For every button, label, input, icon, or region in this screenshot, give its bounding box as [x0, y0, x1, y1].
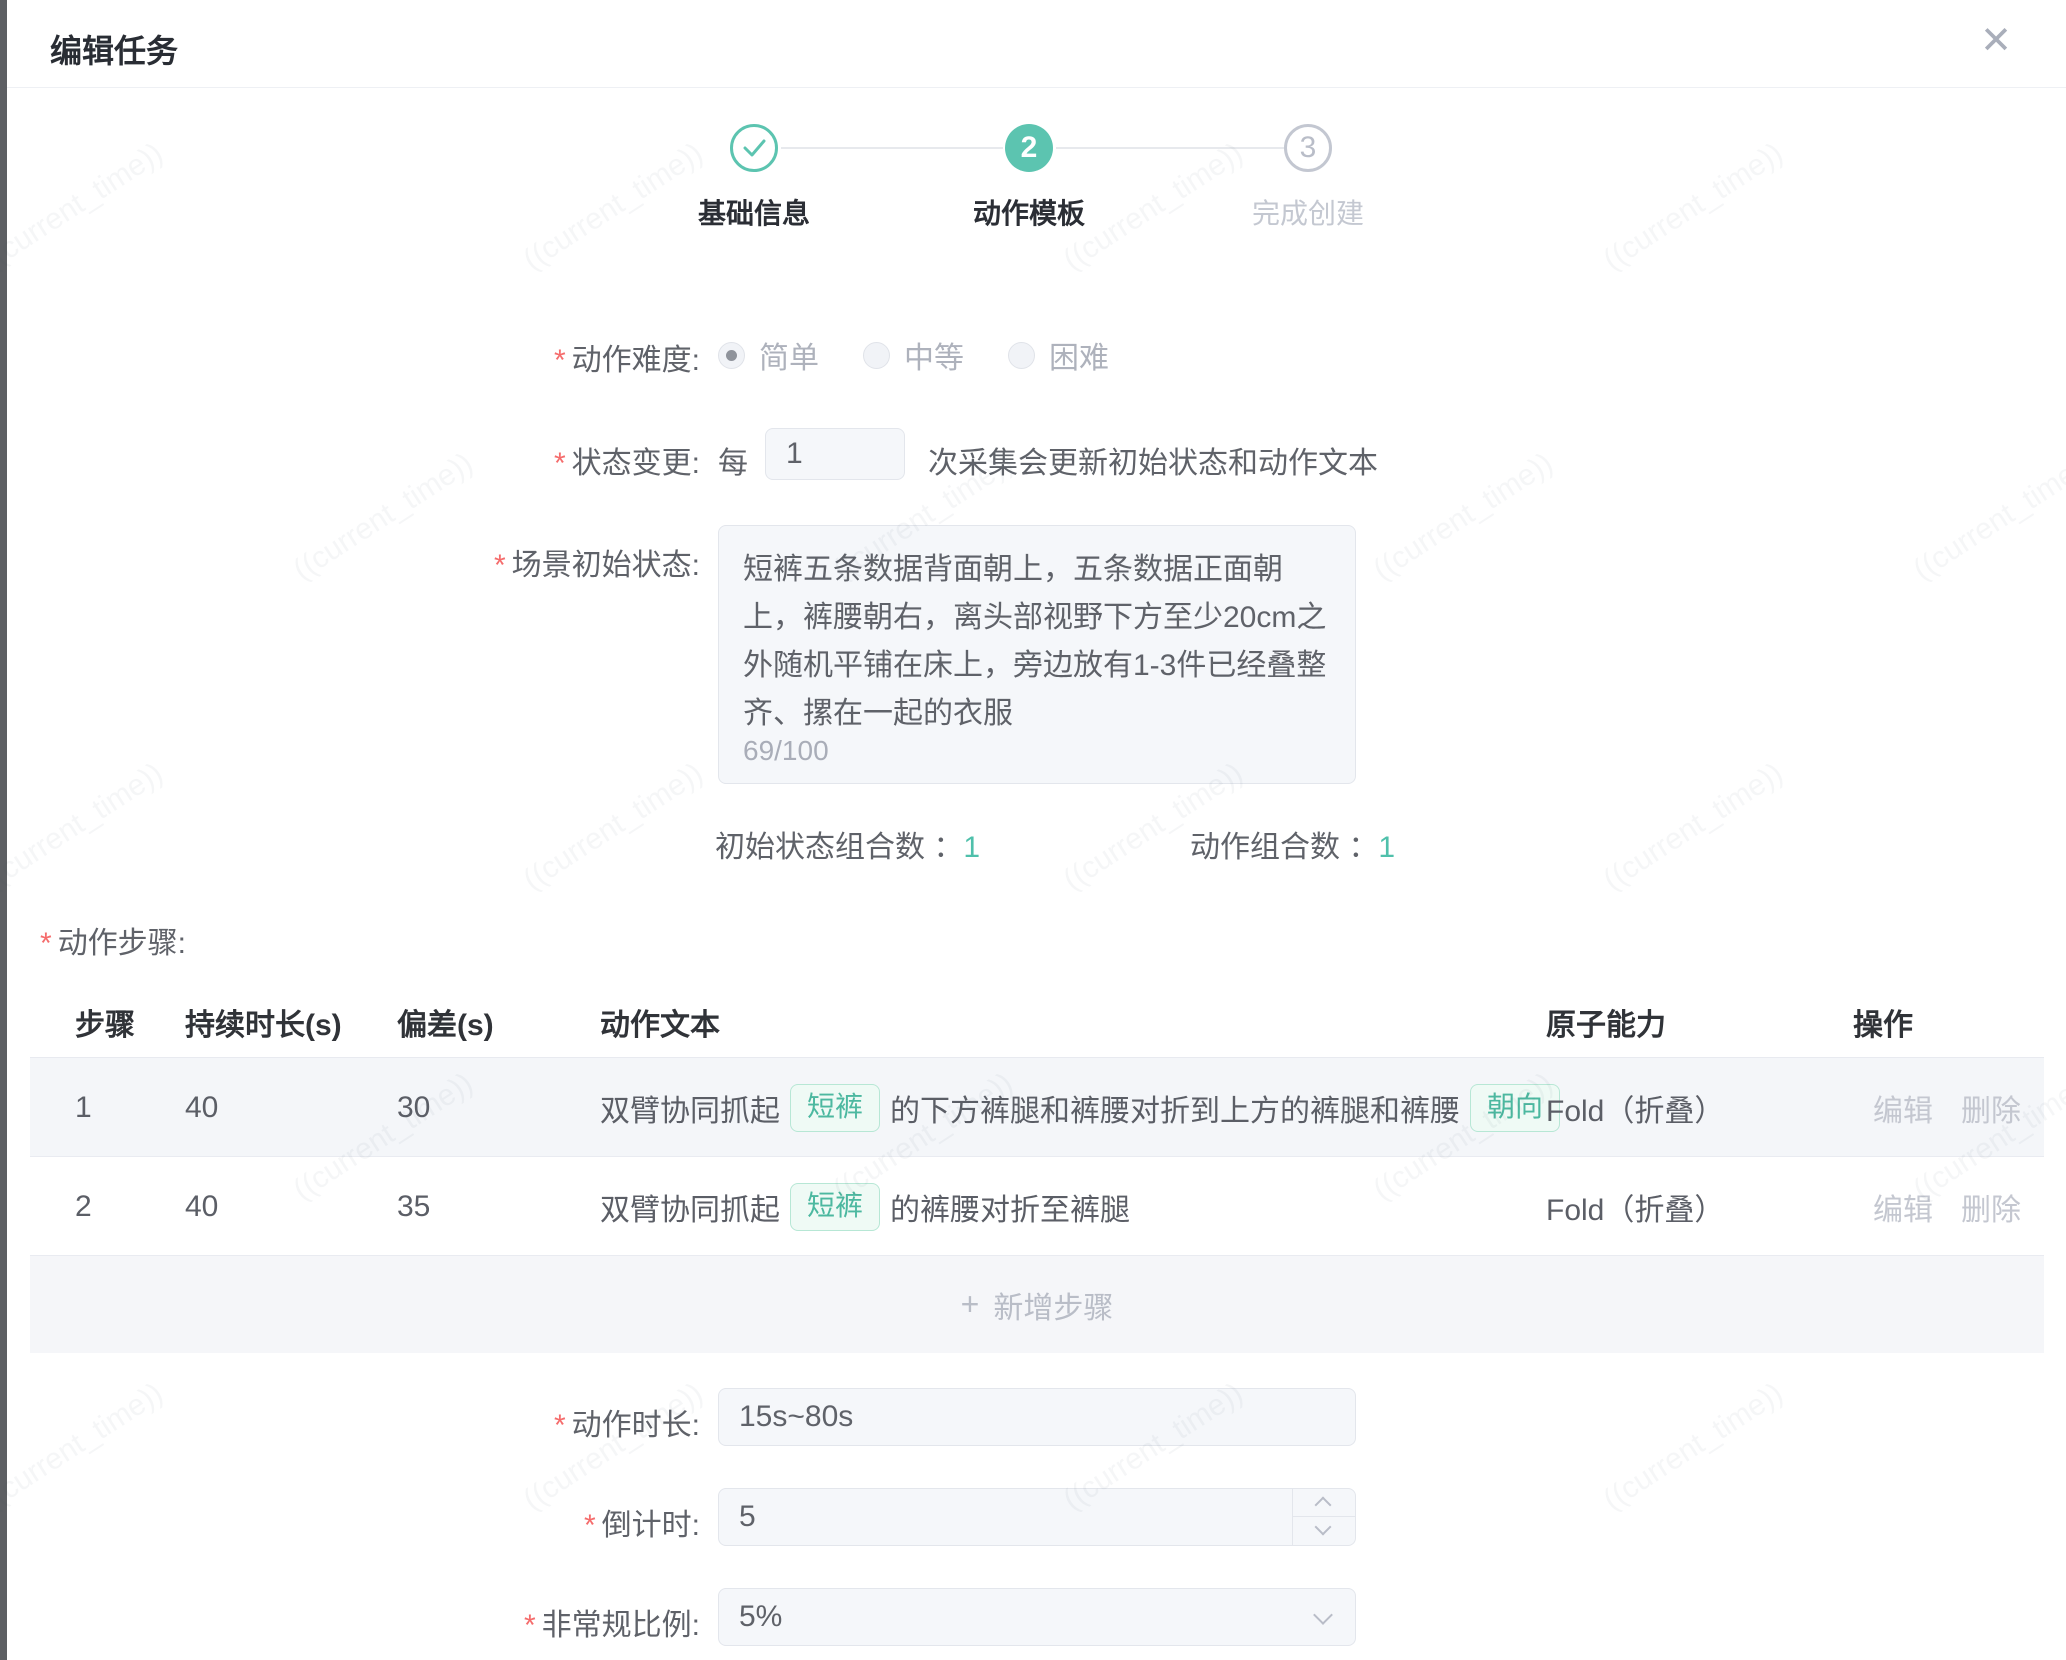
- unusual-ratio-select[interactable]: 5%: [718, 1588, 1356, 1646]
- table-row: 1 40 30 双臂协同抓起 短裤 的下方裤腿和裤腰对折到上方的裤腿和裤腰 朝向…: [30, 1058, 2044, 1157]
- action-combo-value: 1: [1378, 831, 1395, 864]
- delete-link[interactable]: 删除: [1961, 1185, 2021, 1229]
- unusual-ratio-label: *非常规比例:: [524, 1600, 700, 1644]
- object-tag: 短裤: [790, 1183, 880, 1231]
- edit-link[interactable]: 编辑: [1873, 1086, 1933, 1130]
- cell-actions: 编辑 删除: [1873, 1157, 2021, 1256]
- edit-link[interactable]: 编辑: [1873, 1185, 1933, 1229]
- state-change-prefix: 每: [718, 438, 748, 482]
- delete-link[interactable]: 删除: [1961, 1086, 2021, 1130]
- cell-ability: Fold（折叠）: [1546, 1157, 1724, 1256]
- col-header-actions: 操作: [1853, 1000, 1913, 1044]
- close-icon[interactable]: ✕: [1980, 22, 2012, 60]
- chevron-down-icon: [1315, 1519, 1332, 1536]
- cell-duration: 40: [185, 1157, 218, 1256]
- step-1-label: 基础信息: [634, 192, 874, 232]
- countdown-number-input: [718, 1488, 1356, 1546]
- radio-option-easy[interactable]: 简单: [718, 333, 819, 377]
- select-value: 5%: [718, 1588, 1356, 1646]
- initial-combo-count: 初始状态组合数 ：1: [715, 822, 980, 866]
- action-combo-count: 动作组合数 ：1: [1190, 822, 1395, 866]
- object-tag: 短裤: [790, 1084, 880, 1132]
- cell-step: 2: [75, 1157, 92, 1256]
- difficulty-radio-group: 简单 中等 困难: [718, 333, 1109, 377]
- state-change-suffix: 次采集会更新初始状态和动作文本: [928, 438, 1378, 482]
- radio-option-hard[interactable]: 困难: [1008, 333, 1109, 377]
- step-1-circle: [730, 124, 778, 172]
- stepper-connector-1: [781, 147, 1003, 149]
- edit-task-dialog: 编辑任务 ✕ 2 3 基础信息 动作模板 完成创建 *动作难度: 简单: [0, 0, 2066, 1660]
- cell-action-text: 双臂协同抓起 短裤 的裤腰对折至裤腿: [600, 1157, 1130, 1256]
- action-steps-label: *动作步骤:: [40, 918, 186, 962]
- cell-ability: Fold（折叠）: [1546, 1058, 1724, 1157]
- col-header-ability: 原子能力: [1546, 1000, 1666, 1044]
- col-header-step: 步骤: [75, 1000, 135, 1044]
- radio-option-medium[interactable]: 中等: [863, 333, 964, 377]
- cell-deviation: 30: [397, 1058, 430, 1157]
- step-3-number: 3: [1300, 131, 1317, 165]
- cell-action-text: 双臂协同抓起 短裤 的下方裤腿和裤腰对折到上方的裤腿和裤腰 朝向: [600, 1058, 1570, 1157]
- radio-circle-selected: [718, 342, 745, 369]
- countdown-input[interactable]: [718, 1488, 1356, 1546]
- page-background-edge: [0, 0, 7, 1660]
- plus-icon: +: [961, 1286, 980, 1323]
- cell-step: 1: [75, 1058, 92, 1157]
- col-header-text: 动作文本: [600, 1000, 720, 1044]
- duration-input[interactable]: [718, 1388, 1356, 1446]
- state-change-input[interactable]: [765, 428, 905, 480]
- initial-combo-value: 1: [963, 831, 980, 864]
- action-steps-table: 步骤 持续时长(s) 偏差(s) 动作文本 原子能力 操作 1 40 30 双臂…: [30, 978, 2044, 1353]
- cell-duration: 40: [185, 1058, 218, 1157]
- step-2-label: 动作模板: [909, 192, 1149, 232]
- state-change-label: *状态变更:: [554, 438, 700, 482]
- step-3-circle: 3: [1284, 124, 1332, 172]
- number-spinner: [1292, 1489, 1355, 1545]
- step-2-number: 2: [1021, 131, 1038, 165]
- cell-actions: 编辑 删除: [1873, 1058, 2021, 1157]
- required-asterisk: *: [554, 344, 566, 377]
- increase-button[interactable]: [1293, 1489, 1355, 1517]
- stepper-connector-2: [1056, 147, 1284, 149]
- dialog-header: 编辑任务 ✕: [7, 0, 2066, 88]
- dialog-title: 编辑任务: [50, 26, 178, 72]
- cell-deviation: 35: [397, 1157, 430, 1256]
- table-row: 2 40 35 双臂协同抓起 短裤 的裤腰对折至裤腿 Fold（折叠） 编辑 删…: [30, 1157, 2044, 1256]
- col-header-deviation: 偏差(s): [397, 1000, 494, 1044]
- add-step-button[interactable]: + 新增步骤: [30, 1256, 2044, 1353]
- difficulty-label: *动作难度:: [554, 335, 700, 379]
- initial-state-label: *场景初始状态:: [494, 540, 700, 584]
- radio-circle: [863, 342, 890, 369]
- char-counter: 69/100: [743, 735, 829, 767]
- check-icon: [739, 133, 769, 163]
- step-2-circle: 2: [1005, 124, 1053, 172]
- initial-state-textarea[interactable]: 短裤五条数据背面朝上，五条数据正面朝上，裤腰朝右，离头部视野下方至少20cm之外…: [718, 525, 1356, 784]
- initial-state-text: 短裤五条数据背面朝上，五条数据正面朝上，裤腰朝右，离头部视野下方至少20cm之外…: [743, 546, 1331, 738]
- step-3-label: 完成创建: [1188, 192, 1428, 232]
- countdown-label: *倒计时:: [584, 1500, 700, 1544]
- table-header-row: 步骤 持续时长(s) 偏差(s) 动作文本 原子能力 操作: [30, 978, 2044, 1058]
- col-header-duration: 持续时长(s): [185, 1000, 342, 1044]
- chevron-up-icon: [1315, 1497, 1332, 1514]
- decrease-button[interactable]: [1293, 1517, 1355, 1545]
- radio-circle: [1008, 342, 1035, 369]
- duration-label: *动作时长:: [554, 1400, 700, 1444]
